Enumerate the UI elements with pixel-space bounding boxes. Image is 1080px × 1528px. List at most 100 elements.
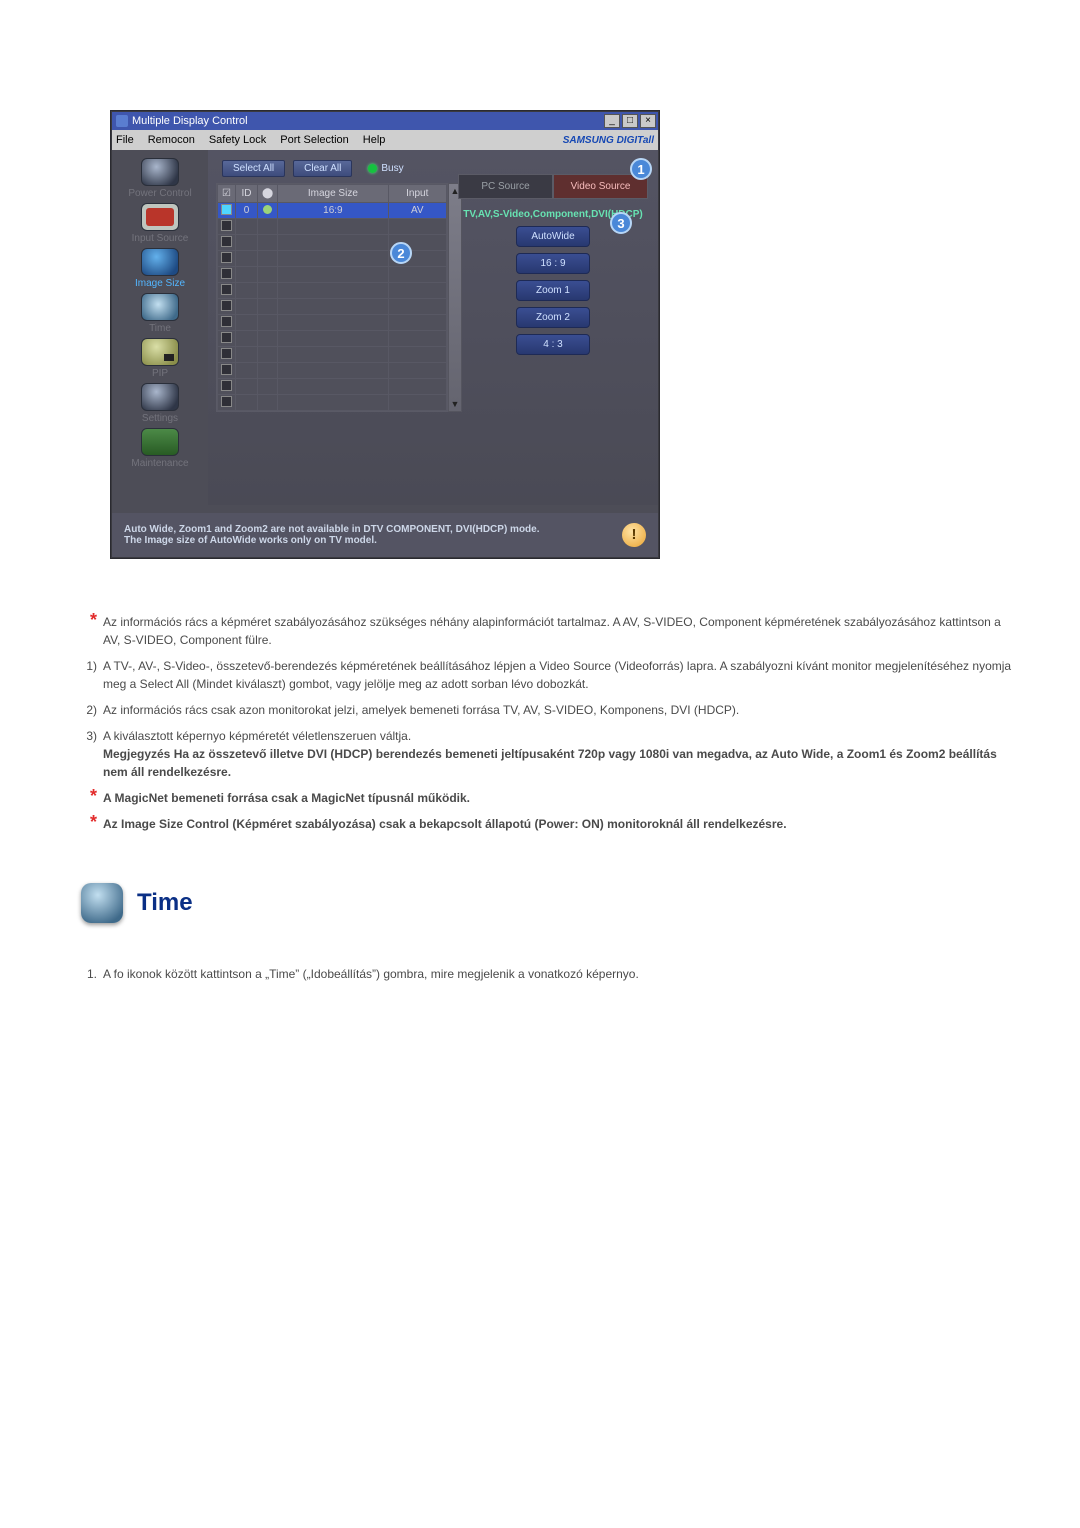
table-row[interactable] — [218, 219, 447, 235]
paragraph-bold: Az Image Size Control (Képméret szabályo… — [103, 817, 787, 831]
paragraph: Az Image Size Control (Képméret szabályo… — [103, 815, 1015, 833]
sidebar-item-power-control[interactable]: Power Control — [116, 158, 204, 199]
app-icon — [116, 115, 128, 127]
power-icon — [141, 158, 179, 186]
body-text: * Az információs rács a képméret szabály… — [75, 613, 1015, 833]
sidebar-item-maintenance[interactable]: Maintenance — [116, 428, 204, 469]
sidebar-item-label: Input Source — [132, 233, 189, 244]
table-row[interactable] — [218, 267, 447, 283]
opt-16-9[interactable]: 16 : 9 — [516, 253, 590, 274]
busy-indicator: Busy — [368, 163, 403, 174]
busy-label: Busy — [381, 163, 403, 174]
close-button[interactable]: × — [640, 114, 656, 128]
minimize-button[interactable]: _ — [604, 114, 620, 128]
opt-zoom1[interactable]: Zoom 1 — [516, 280, 590, 301]
star-icon: * — [75, 789, 97, 807]
info-grid: ☑ ID ⬤ Image Size Input 0 16:9 — [216, 183, 448, 412]
sidebar-item-settings[interactable]: Settings — [116, 383, 204, 424]
busy-dot-icon — [368, 164, 377, 173]
time-icon — [141, 293, 179, 321]
table-row[interactable] — [218, 379, 447, 395]
table-row[interactable] — [218, 331, 447, 347]
list-marker: 2) — [75, 701, 97, 719]
table-row[interactable] — [218, 315, 447, 331]
row-checkbox[interactable] — [221, 396, 232, 407]
clear-all-button[interactable]: Clear All — [293, 160, 352, 177]
app-window: Multiple Display Control _ □ × File Remo… — [111, 111, 659, 558]
table-row[interactable] — [218, 251, 447, 267]
col-checkbox[interactable]: ☑ — [218, 185, 236, 203]
row-checkbox[interactable] — [221, 348, 232, 359]
callout-badge-3: 3 — [610, 212, 632, 234]
table-row[interactable] — [218, 347, 447, 363]
sidebar-item-time[interactable]: Time — [116, 293, 204, 334]
row-checkbox[interactable] — [221, 204, 232, 215]
col-lamp: ⬤ — [258, 185, 278, 203]
brand-logo: SAMSUNG DIGITall — [563, 135, 654, 146]
row-checkbox[interactable] — [221, 364, 232, 375]
client-area: Power Control Input Source Image Size Ti… — [112, 150, 658, 505]
app-footnote: Auto Wide, Zoom1 and Zoom2 are not avail… — [112, 513, 658, 557]
section-time-heading: Time — [75, 883, 1015, 923]
row-checkbox[interactable] — [221, 332, 232, 343]
time-section-icon — [81, 883, 123, 923]
menu-help[interactable]: Help — [363, 134, 386, 146]
input-source-icon — [141, 203, 179, 231]
paragraph-bold: A MagicNet bemeneti forrása csak a Magic… — [103, 791, 470, 805]
list-marker: 3) — [75, 727, 97, 781]
paragraph-text: A kiválasztott képernyo képméretét vélet… — [103, 729, 411, 743]
sidebar-item-label: Settings — [142, 413, 178, 424]
scroll-down-icon[interactable]: ▼ — [451, 397, 460, 411]
table-row[interactable] — [218, 235, 447, 251]
sidebar-item-image-size[interactable]: Image Size — [116, 248, 204, 289]
list-marker: 1) — [75, 657, 97, 693]
menu-remocon[interactable]: Remocon — [148, 134, 195, 146]
warning-icon: ! — [622, 523, 646, 547]
row-checkbox[interactable] — [221, 220, 232, 231]
table-row[interactable]: 0 16:9 AV — [218, 203, 447, 219]
row-checkbox[interactable] — [221, 284, 232, 295]
cell-size: 16:9 — [278, 203, 388, 219]
row-checkbox[interactable] — [221, 236, 232, 247]
star-icon: * — [75, 613, 97, 649]
image-size-icon — [141, 248, 179, 276]
opt-4-3[interactable]: 4 : 3 — [516, 334, 590, 355]
paragraph: Az információs rács csak azon monitoroka… — [103, 701, 1015, 719]
row-checkbox[interactable] — [221, 300, 232, 311]
table-row[interactable] — [218, 363, 447, 379]
sidebar-item-label: Maintenance — [131, 458, 188, 469]
row-checkbox[interactable] — [221, 316, 232, 327]
table-row[interactable] — [218, 299, 447, 315]
opt-autowide[interactable]: AutoWide — [516, 226, 590, 247]
select-all-button[interactable]: Select All — [222, 160, 285, 177]
sidebar-item-pip[interactable]: PIP — [116, 338, 204, 379]
menu-port-selection[interactable]: Port Selection — [280, 134, 348, 146]
time-heading: Time — [137, 889, 193, 917]
menu-file[interactable]: File — [116, 134, 134, 146]
table-header-row: ☑ ID ⬤ Image Size Input — [218, 185, 447, 203]
row-checkbox[interactable] — [221, 268, 232, 279]
maximize-button[interactable]: □ — [622, 114, 638, 128]
callout-badge-2: 2 — [390, 242, 412, 264]
table-row[interactable] — [218, 395, 447, 411]
pip-icon — [141, 338, 179, 366]
row-checkbox[interactable] — [221, 380, 232, 391]
paragraph: A kiválasztott képernyo képméretét vélet… — [103, 727, 1015, 781]
paragraph: A TV-, AV-, S-Video-, összetevő-berendez… — [103, 657, 1015, 693]
paragraph-bold: Megjegyzés Ha az összetevő illetve DVI (… — [103, 747, 997, 779]
sidebar-item-label: Power Control — [128, 188, 191, 199]
footnote-line2: The Image size of AutoWide works only on… — [124, 535, 540, 546]
paragraph: A MagicNet bemeneti forrása csak a Magic… — [103, 789, 1015, 807]
maintenance-icon — [141, 428, 179, 456]
menu-safety-lock[interactable]: Safety Lock — [209, 134, 266, 146]
row-checkbox[interactable] — [221, 252, 232, 263]
tab-pc-source[interactable]: PC Source — [458, 174, 553, 199]
opt-zoom2[interactable]: Zoom 2 — [516, 307, 590, 328]
sidebar-item-input-source[interactable]: Input Source — [116, 203, 204, 244]
callout-badge-1: 1 — [630, 158, 652, 180]
table-row[interactable] — [218, 283, 447, 299]
paragraph: A fo ikonok között kattintson a „Time” (… — [103, 965, 639, 983]
list-marker: 1. — [75, 965, 97, 983]
sidebar-item-label: PIP — [152, 368, 168, 379]
sidebar-item-label: Image Size — [135, 278, 185, 289]
